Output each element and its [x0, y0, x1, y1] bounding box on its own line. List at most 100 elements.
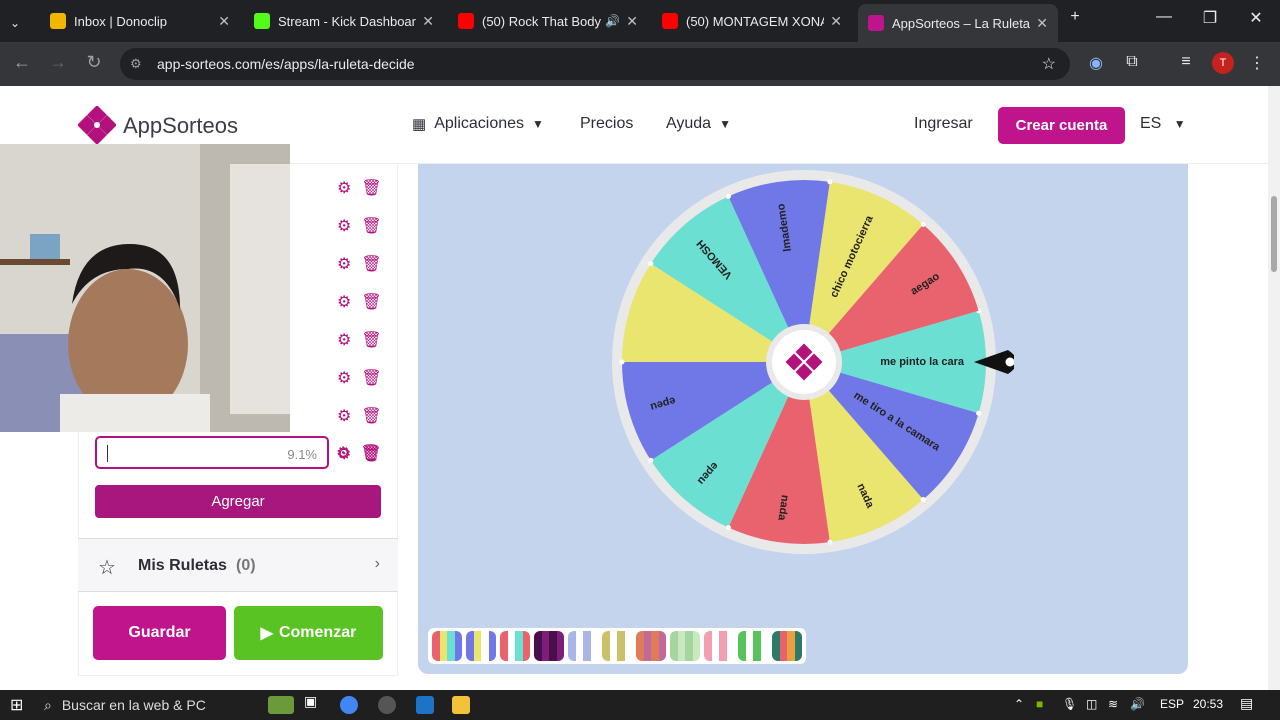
extensions-icon[interactable]: ⧉ — [1121, 53, 1143, 71]
windows-start-icon[interactable]: ⊞ — [10, 695, 23, 715]
page-scrollbar[interactable] — [1268, 86, 1280, 690]
volume-icon[interactable]: 🔊 — [1130, 697, 1145, 711]
back-button[interactable]: ← — [10, 52, 34, 73]
palette-swatch[interactable] — [704, 631, 734, 661]
menu-icon[interactable]: ⋮ — [1246, 53, 1268, 73]
tab-favicon — [50, 13, 66, 29]
tab-kick[interactable]: Stream - Kick Dashboard ✕ — [244, 6, 444, 36]
close-icon[interactable]: ✕ — [830, 13, 842, 30]
my-wheels-row[interactable]: ☆ Mis Ruletas (0) › — [78, 538, 398, 592]
scrollbar-thumb[interactable] — [1271, 196, 1277, 272]
close-icon[interactable]: ✕ — [218, 13, 230, 30]
minimize-button[interactable]: — — [1144, 8, 1184, 26]
logo-text[interactable]: AppSorteos — [123, 113, 238, 139]
restore-button[interactable]: ❐ — [1190, 8, 1230, 28]
wheel-peg — [648, 457, 654, 463]
nav-prices[interactable]: Precios — [580, 115, 633, 133]
save-button[interactable]: Guardar — [93, 606, 226, 660]
file-explorer-icon[interactable] — [452, 696, 470, 714]
gear-icon[interactable]: ⚙ — [337, 292, 351, 312]
gear-icon[interactable]: ⚙ — [337, 330, 351, 350]
gear-icon[interactable]: ⚙ — [337, 406, 351, 426]
start-button[interactable]: ▶ Comenzar — [234, 606, 383, 660]
chrome-icon[interactable] — [340, 696, 358, 714]
trash-icon[interactable]: 🗑 — [361, 216, 381, 236]
forward-button[interactable]: → — [46, 52, 70, 73]
gear-icon[interactable]: ⚙ — [337, 178, 351, 198]
nav-applications[interactable]: ▦ Aplicaciones ▼ — [412, 115, 544, 133]
nav-help[interactable]: Ayuda ▼ — [666, 115, 731, 133]
close-window-button[interactable]: ✕ — [1236, 8, 1276, 28]
bookmark-star-icon[interactable]: ☆ — [1042, 54, 1056, 74]
palette-swatch[interactable] — [602, 631, 632, 661]
trash-icon[interactable]: 🗑 — [361, 406, 381, 426]
create-account-button[interactable]: Crear cuenta — [998, 107, 1125, 144]
tab-appsorteos[interactable]: AppSorteos – La Ruleta d ✕ — [858, 4, 1058, 42]
new-tab-button[interactable]: + — [1055, 8, 1095, 26]
vscode-icon[interactable] — [416, 696, 434, 714]
tab-search-button[interactable]: ⌄ — [0, 8, 38, 38]
palette-swatch[interactable] — [568, 631, 598, 661]
palette-swatch[interactable] — [636, 631, 666, 661]
tab-title: Inbox | Donoclip — [74, 13, 167, 29]
trash-icon[interactable]: 🗑 — [361, 330, 381, 350]
tray-chevron-icon[interactable]: ⌃ — [1014, 697, 1024, 711]
site-info-icon[interactable]: ⚙ — [130, 56, 146, 72]
language-selector[interactable]: ES ▼ — [1140, 115, 1186, 133]
language-indicator[interactable]: ESP — [1160, 697, 1184, 711]
spin-wheel[interactable]: me pinto la carame tiro a la camaranadan… — [594, 169, 1014, 569]
gear-icon[interactable]: ⚙ — [337, 216, 351, 236]
chevron-down-icon: ▼ — [1173, 117, 1186, 131]
palette-swatch[interactable] — [500, 631, 530, 661]
close-icon[interactable]: ✕ — [1036, 15, 1048, 32]
entry-text-input[interactable]: 9.1% — [95, 436, 329, 469]
weather-widget-icon[interactable] — [268, 696, 294, 714]
address-bar[interactable]: ⚙ app-sorteos.com/es/apps/la-ruleta-deci… — [120, 48, 1070, 80]
palette-swatch[interactable] — [432, 631, 462, 661]
obs-icon[interactable] — [378, 696, 396, 714]
notifications-icon[interactable]: ▤ — [1240, 695, 1253, 712]
speaker-icon[interactable]: 🔊 — [605, 14, 620, 28]
nav-applications-label: Aplicaciones — [434, 115, 525, 132]
gear-icon[interactable]: ⚙ — [337, 368, 351, 388]
taskbar-search-text: Buscar en la web & PC — [61, 697, 206, 713]
profile-avatar[interactable]: T — [1212, 52, 1234, 74]
camera-icon[interactable]: ◫ — [1086, 697, 1097, 711]
close-icon[interactable]: ✕ — [626, 13, 638, 30]
cast-icon[interactable]: ◉ — [1085, 53, 1107, 73]
trash-icon[interactable]: 🗑 — [361, 178, 381, 198]
wheel-peg — [827, 539, 833, 545]
microphone-icon[interactable]: 🎙 — [1062, 697, 1077, 711]
media-control-icon[interactable]: ≡ — [1175, 53, 1197, 71]
palette-swatch[interactable] — [466, 631, 496, 661]
palette-swatch[interactable] — [534, 631, 564, 661]
palette-swatch[interactable] — [670, 631, 700, 661]
tab-inbox[interactable]: Inbox | Donoclip ✕ — [40, 6, 240, 36]
task-view-icon[interactable]: ▣ — [304, 693, 322, 711]
trash-icon[interactable]: 🗑 — [361, 368, 381, 388]
tab-favicon — [662, 13, 678, 29]
palette-swatch[interactable] — [772, 631, 802, 661]
clock[interactable]: 20:53 — [1193, 697, 1223, 711]
tab-youtube-2[interactable]: (50) MONTAGEM XONAD ✕ — [652, 6, 852, 36]
wifi-icon[interactable]: ≋ — [1108, 697, 1118, 711]
tab-favicon — [868, 15, 884, 31]
gear-icon[interactable]: ⚙ — [336, 443, 350, 463]
trash-icon[interactable]: 🗑 — [361, 292, 381, 312]
reload-button[interactable]: ↻ — [82, 52, 106, 73]
trash-icon[interactable]: 🗑 — [361, 254, 381, 274]
trash-icon[interactable]: 🗑 — [360, 443, 380, 463]
tab-youtube-1[interactable]: (50) Rock That Body 🔊 ✕ — [448, 6, 648, 36]
grid-icon: ▦ — [412, 116, 427, 133]
taskbar-search[interactable]: ⌕ Buscar en la web & PC — [44, 690, 206, 720]
my-wheels-label: Mis Ruletas — [138, 557, 227, 574]
nvidia-icon[interactable]: ■ — [1036, 697, 1043, 711]
palette-swatch[interactable] — [738, 631, 768, 661]
wheel-peg — [725, 193, 731, 199]
close-icon[interactable]: ✕ — [422, 13, 434, 30]
appsorteos-logo-icon[interactable] — [78, 106, 116, 144]
gear-icon[interactable]: ⚙ — [337, 254, 351, 274]
my-wheels-count: (0) — [236, 557, 256, 574]
login-link[interactable]: Ingresar — [914, 115, 973, 133]
add-entry-button[interactable]: Agregar — [95, 485, 381, 518]
